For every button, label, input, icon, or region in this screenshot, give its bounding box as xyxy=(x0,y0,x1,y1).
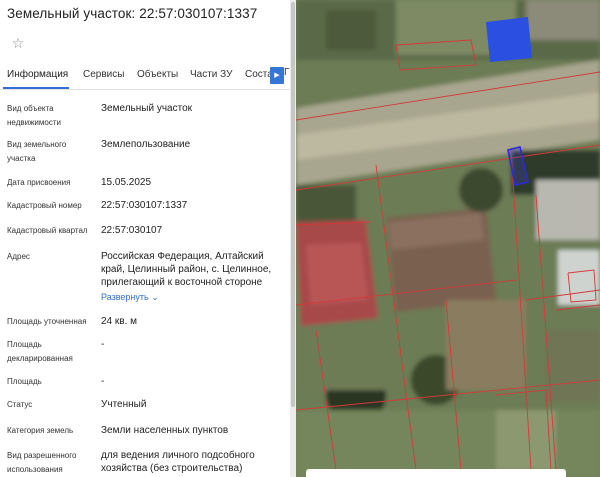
field-value: Российская Федерация, Алтайский край, Це… xyxy=(101,250,287,304)
field-label: Площадь xyxy=(7,377,42,386)
tab-scroll-right-button[interactable]: ▶ xyxy=(270,67,284,84)
field-value: 24 кв. м xyxy=(101,316,138,327)
field-value: Земельный участок xyxy=(101,103,193,114)
field-label: Дата присвоения xyxy=(7,178,71,187)
field-value: Земли населенных пунктов xyxy=(101,425,229,436)
field-label: Вид разрешенного использования xyxy=(7,451,77,474)
tab-services[interactable]: Сервисы xyxy=(83,69,124,80)
field-value: - xyxy=(101,376,105,387)
map-bottom-panel xyxy=(306,469,566,477)
page-title: Земельный участок: 22:57:030107:1337 xyxy=(7,6,258,21)
field-label: Адрес xyxy=(7,252,30,261)
field-label: Категория земель xyxy=(7,426,74,435)
expand-label: Развернуть xyxy=(101,292,149,302)
field-value: - xyxy=(101,339,105,350)
map-imagery xyxy=(296,0,600,477)
info-panel: Земельный участок: 22:57:030107:1337 ☆ И… xyxy=(0,0,296,477)
active-tab-indicator xyxy=(3,87,69,89)
field-label: Кадастровый номер xyxy=(7,201,82,210)
tab-bar: Информация Сервисы Объекты Части ЗУ Сост… xyxy=(0,64,290,90)
field-value: Землепользование xyxy=(101,139,191,150)
tab-composition[interactable]: Соста xyxy=(245,69,270,80)
favorite-star-icon[interactable]: ☆ xyxy=(10,35,26,51)
field-label: Вид объекта недвижимости xyxy=(7,104,61,127)
field-label: Площадь уточненная xyxy=(7,317,87,326)
field-value: 15.05.2025 xyxy=(101,177,152,188)
tab-objects[interactable]: Объекты xyxy=(137,69,178,80)
satellite-map[interactable] xyxy=(296,0,600,477)
tab-partial[interactable]: Г xyxy=(284,67,289,78)
tab-parts[interactable]: Части ЗУ xyxy=(190,69,232,80)
tab-info[interactable]: Информация xyxy=(7,69,68,80)
field-label: Кадастровый квартал xyxy=(7,226,88,235)
address-text: Российская Федерация, Алтайский край, Це… xyxy=(101,251,272,288)
field-value: 22:57:030107 xyxy=(101,225,163,236)
chevron-down-icon: ⌄ xyxy=(151,292,159,302)
field-value: для ведения личного подсобного хозяйства… xyxy=(101,450,255,474)
scrollbar-thumb[interactable] xyxy=(291,2,295,407)
tab-clip: Соста xyxy=(240,64,270,88)
field-value: Учтенный xyxy=(101,399,147,410)
expand-address-link[interactable]: Развернуть ⌄ xyxy=(101,291,159,304)
field-label: Вид земельного участка xyxy=(7,140,67,163)
field-label: Статус xyxy=(7,400,33,409)
field-value: 22:57:030107:1337 xyxy=(101,200,188,211)
field-label: Площадь декларированная xyxy=(7,340,73,363)
